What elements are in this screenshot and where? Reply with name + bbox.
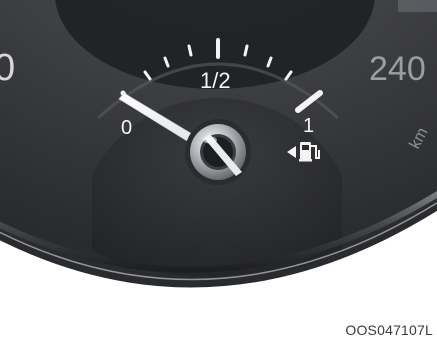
pump-window bbox=[302, 145, 309, 150]
label-empty: 0 bbox=[121, 117, 132, 139]
figure-code: OOS047107L bbox=[345, 322, 433, 338]
fuel-gauge-photo: 0 240 km 1/2 0 1 bbox=[0, 0, 437, 340]
pump-body bbox=[300, 142, 311, 160]
label-half: 1/2 bbox=[200, 68, 231, 93]
pump-base bbox=[299, 159, 312, 162]
speedometer-right-number: 240 bbox=[369, 50, 426, 88]
tick-minor bbox=[243, 44, 249, 57]
hub-highlight bbox=[203, 136, 217, 144]
instrument-cluster: 0 240 km 1/2 0 1 bbox=[0, 0, 437, 340]
speedometer-left-number: 0 bbox=[0, 47, 15, 89]
tick-minor bbox=[187, 44, 193, 57]
label-full: 1 bbox=[303, 115, 314, 137]
speedometer-partial-digit bbox=[398, 0, 437, 12]
